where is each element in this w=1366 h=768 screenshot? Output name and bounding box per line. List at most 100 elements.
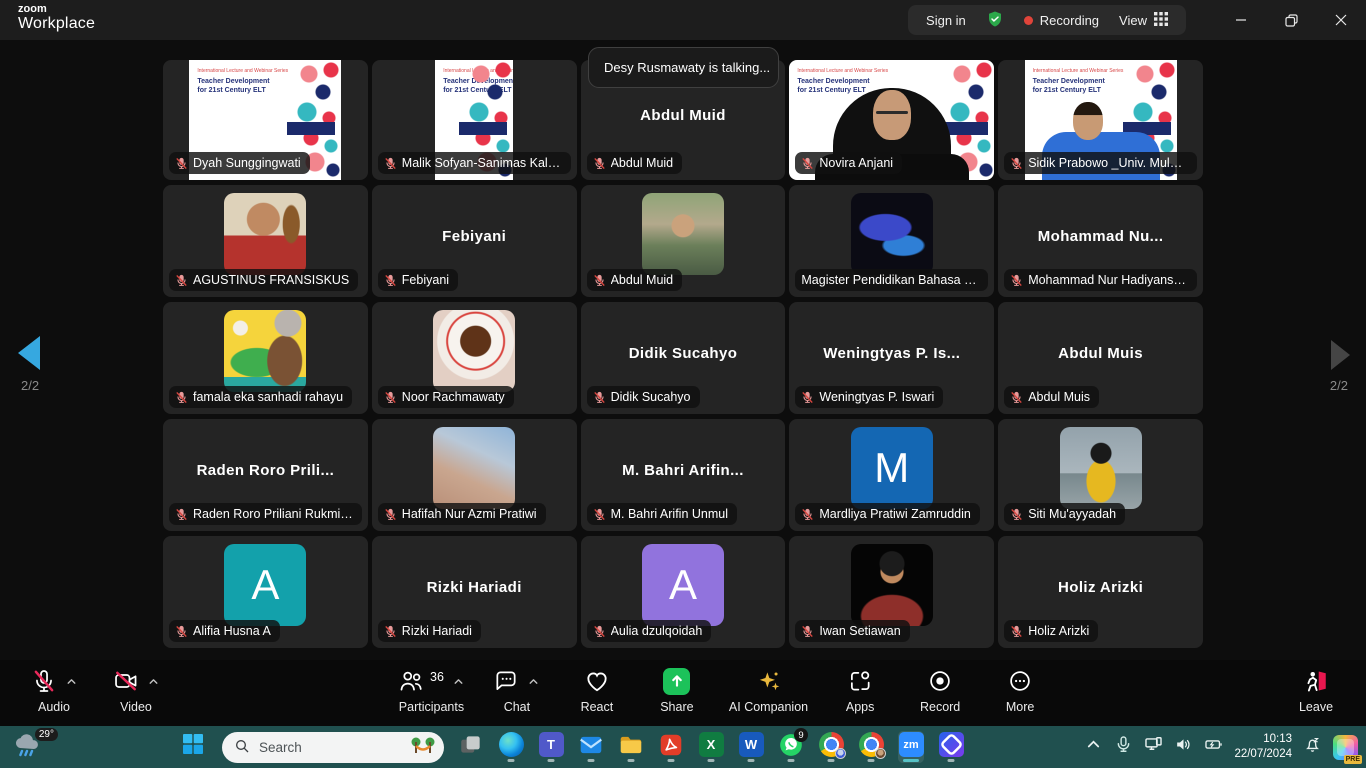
recording-label: Recording	[1040, 13, 1099, 28]
profile-avatar	[433, 310, 515, 392]
toolbar-chat-button[interactable]: Chat	[489, 666, 545, 714]
participant-name-text: Alifia Husna A	[193, 624, 271, 638]
taskbar-app-chrome-2-icon[interactable]	[858, 731, 884, 763]
participant-tile[interactable]: Mohammad Nu...Mohammad Nur Hadiyansyah	[998, 185, 1203, 297]
taskbar-app-photos-icon[interactable]	[938, 731, 964, 763]
muted-mic-icon	[384, 508, 397, 521]
profile-avatar	[642, 193, 724, 275]
taskbar-app-word-icon[interactable]: W	[738, 731, 764, 763]
sign-in-button[interactable]: Sign in	[926, 13, 966, 28]
participant-tile[interactable]: Hafifah Nur Azmi Pratiwi	[372, 419, 577, 531]
participant-tile[interactable]: Raden Roro Prili...Raden Roro Priliani R…	[163, 419, 368, 531]
previous-page-arrow[interactable]	[18, 336, 40, 370]
participant-name-text: famala eka sanhadi rahayu	[193, 390, 343, 404]
minimize-button[interactable]	[1216, 0, 1266, 40]
toolbar-audio-button[interactable]: Audio	[26, 666, 82, 714]
tray-display-icon[interactable]	[1144, 735, 1163, 759]
participant-name-label: Abdul Muis	[1004, 386, 1099, 408]
active-speaker-toast: Desy Rusmawaty is talking...	[588, 47, 779, 88]
hidden-icons-chevron[interactable]	[1084, 735, 1103, 759]
toolbar-share-button[interactable]: Share	[649, 666, 705, 714]
weather-widget[interactable]: 29°	[12, 731, 56, 763]
participant-name-text: Aulia dzulqoidah	[611, 624, 703, 638]
share-icon	[663, 668, 690, 695]
toolbar-participants-button[interactable]: 36Participants	[398, 666, 465, 714]
participant-tile[interactable]: AAulia dzulqoidah	[581, 536, 786, 648]
tray-microphone-icon[interactable]	[1114, 735, 1133, 759]
copilot-pre-badge: PRE	[1344, 755, 1362, 764]
chevron-up-icon[interactable]	[527, 675, 540, 688]
participant-tile[interactable]: Rizki HariadiRizki Hariadi	[372, 536, 577, 648]
participant-name-label: Didik Sucahyo	[587, 386, 700, 408]
toolbar-ai-button[interactable]: AI Companion	[729, 666, 808, 714]
taskbar-app-acrobat-icon[interactable]	[658, 731, 684, 763]
participant-tile[interactable]: International Lecture and Webinar Series…	[998, 60, 1203, 180]
taskbar-app-edge-icon[interactable]	[498, 731, 524, 763]
participant-tile[interactable]: Weningtyas P. Is...Weningtyas P. Iswari	[789, 302, 994, 414]
taskbar-app-zoom-icon[interactable]: zm	[898, 731, 924, 763]
participant-name-label: Noor Rachmawaty	[378, 386, 514, 408]
toolbar-react-button[interactable]: React	[569, 666, 625, 714]
tray-battery-icon[interactable]	[1204, 735, 1223, 759]
participant-tile[interactable]: MMardliya Pratiwi Zamruddin	[789, 419, 994, 531]
participant-tile[interactable]: Holiz ArizkiHoliz Arizki	[998, 536, 1203, 648]
toolbar-leave-button[interactable]: Leave	[1288, 666, 1344, 714]
participant-tile[interactable]: International Lecture and Webinar Series…	[789, 60, 994, 180]
participant-tile[interactable]: Abdul MuisAbdul Muis	[998, 302, 1203, 414]
taskbar-search-input[interactable]: Search	[222, 732, 444, 763]
record-icon	[927, 668, 953, 694]
toolbar-record-button[interactable]: Record	[912, 666, 968, 714]
participant-tile[interactable]: International Lecture and Webinar Series…	[372, 60, 577, 180]
start-button[interactable]	[178, 731, 208, 763]
close-button[interactable]	[1316, 0, 1366, 40]
view-grid-icon	[1154, 12, 1168, 29]
participant-tile[interactable]: AGUSTINUS FRANSISKUS	[163, 185, 368, 297]
taskbar-app-mail-icon[interactable]	[578, 731, 604, 763]
taskbar-app-task-view-icon[interactable]	[458, 731, 484, 763]
participant-name-label: Dyah Sunggingwati	[169, 152, 310, 174]
taskbar-app-chrome-1-icon[interactable]	[818, 731, 844, 763]
audio-icon	[31, 668, 57, 694]
restore-button[interactable]	[1266, 0, 1316, 40]
tray-volume-icon[interactable]	[1174, 735, 1193, 759]
participant-name-label: Siti Mu'ayyadah	[1004, 503, 1125, 525]
participant-tile[interactable]: Noor Rachmawaty	[372, 302, 577, 414]
copilot-icon[interactable]: PRE	[1333, 735, 1358, 760]
security-shield-icon[interactable]	[986, 10, 1004, 31]
participant-name-text: Magister Pendidikan Bahasa Ing...	[801, 273, 979, 287]
participant-tile[interactable]: Magister Pendidikan Bahasa Ing...	[789, 185, 994, 297]
taskbar-clock[interactable]: 10:13 22/07/2024	[1234, 732, 1292, 762]
participant-tile[interactable]: International Lecture and Webinar Series…	[163, 60, 368, 180]
chevron-up-icon[interactable]	[452, 675, 465, 688]
taskbar-app-whatsapp-icon[interactable]: 9	[778, 731, 804, 763]
recording-indicator[interactable]: Recording	[1024, 13, 1099, 28]
taskbar-app-excel-icon[interactable]: X	[698, 731, 724, 763]
meeting-status-pill: Sign in Recording View	[908, 5, 1186, 35]
toolbar-button-label: Audio	[38, 700, 70, 714]
view-button[interactable]: View	[1119, 12, 1168, 29]
participant-tile[interactable]: M. Bahri Arifin...M. Bahri Arifin Unmul	[581, 419, 786, 531]
muted-mic-icon	[801, 391, 814, 404]
participant-tile[interactable]: Siti Mu'ayyadah	[998, 419, 1203, 531]
participant-tile[interactable]: Didik SucahyoDidik Sucahyo	[581, 302, 786, 414]
toolbar-apps-button[interactable]: Apps	[832, 666, 888, 714]
toolbar-more-button[interactable]: More	[992, 666, 1048, 714]
taskbar-app-explorer-icon[interactable]	[618, 731, 644, 763]
participant-tile[interactable]: FebiyaniFebiyani	[372, 185, 577, 297]
next-page-arrow[interactable]	[1331, 340, 1350, 370]
participant-tile[interactable]: Iwan Setiawan	[789, 536, 994, 648]
chevron-up-icon[interactable]	[65, 675, 78, 688]
muted-mic-icon	[384, 391, 397, 404]
toolbar-video-button[interactable]: Video	[108, 666, 164, 714]
toolbar-button-label: Chat	[504, 700, 530, 714]
muted-mic-icon	[1010, 625, 1023, 638]
chevron-up-icon[interactable]	[147, 675, 160, 688]
participant-tile[interactable]: famala eka sanhadi rahayu	[163, 302, 368, 414]
participant-tile[interactable]: Abdul Muid	[581, 185, 786, 297]
taskbar-app-teams-icon[interactable]: T	[538, 731, 564, 763]
toolbar-button-label: More	[1006, 700, 1034, 714]
participant-tile[interactable]: AAlifia Husna A	[163, 536, 368, 648]
notification-bell-icon[interactable]	[1303, 735, 1322, 759]
search-highlight-scene-icon[interactable]	[410, 735, 436, 760]
muted-mic-icon	[384, 274, 397, 287]
